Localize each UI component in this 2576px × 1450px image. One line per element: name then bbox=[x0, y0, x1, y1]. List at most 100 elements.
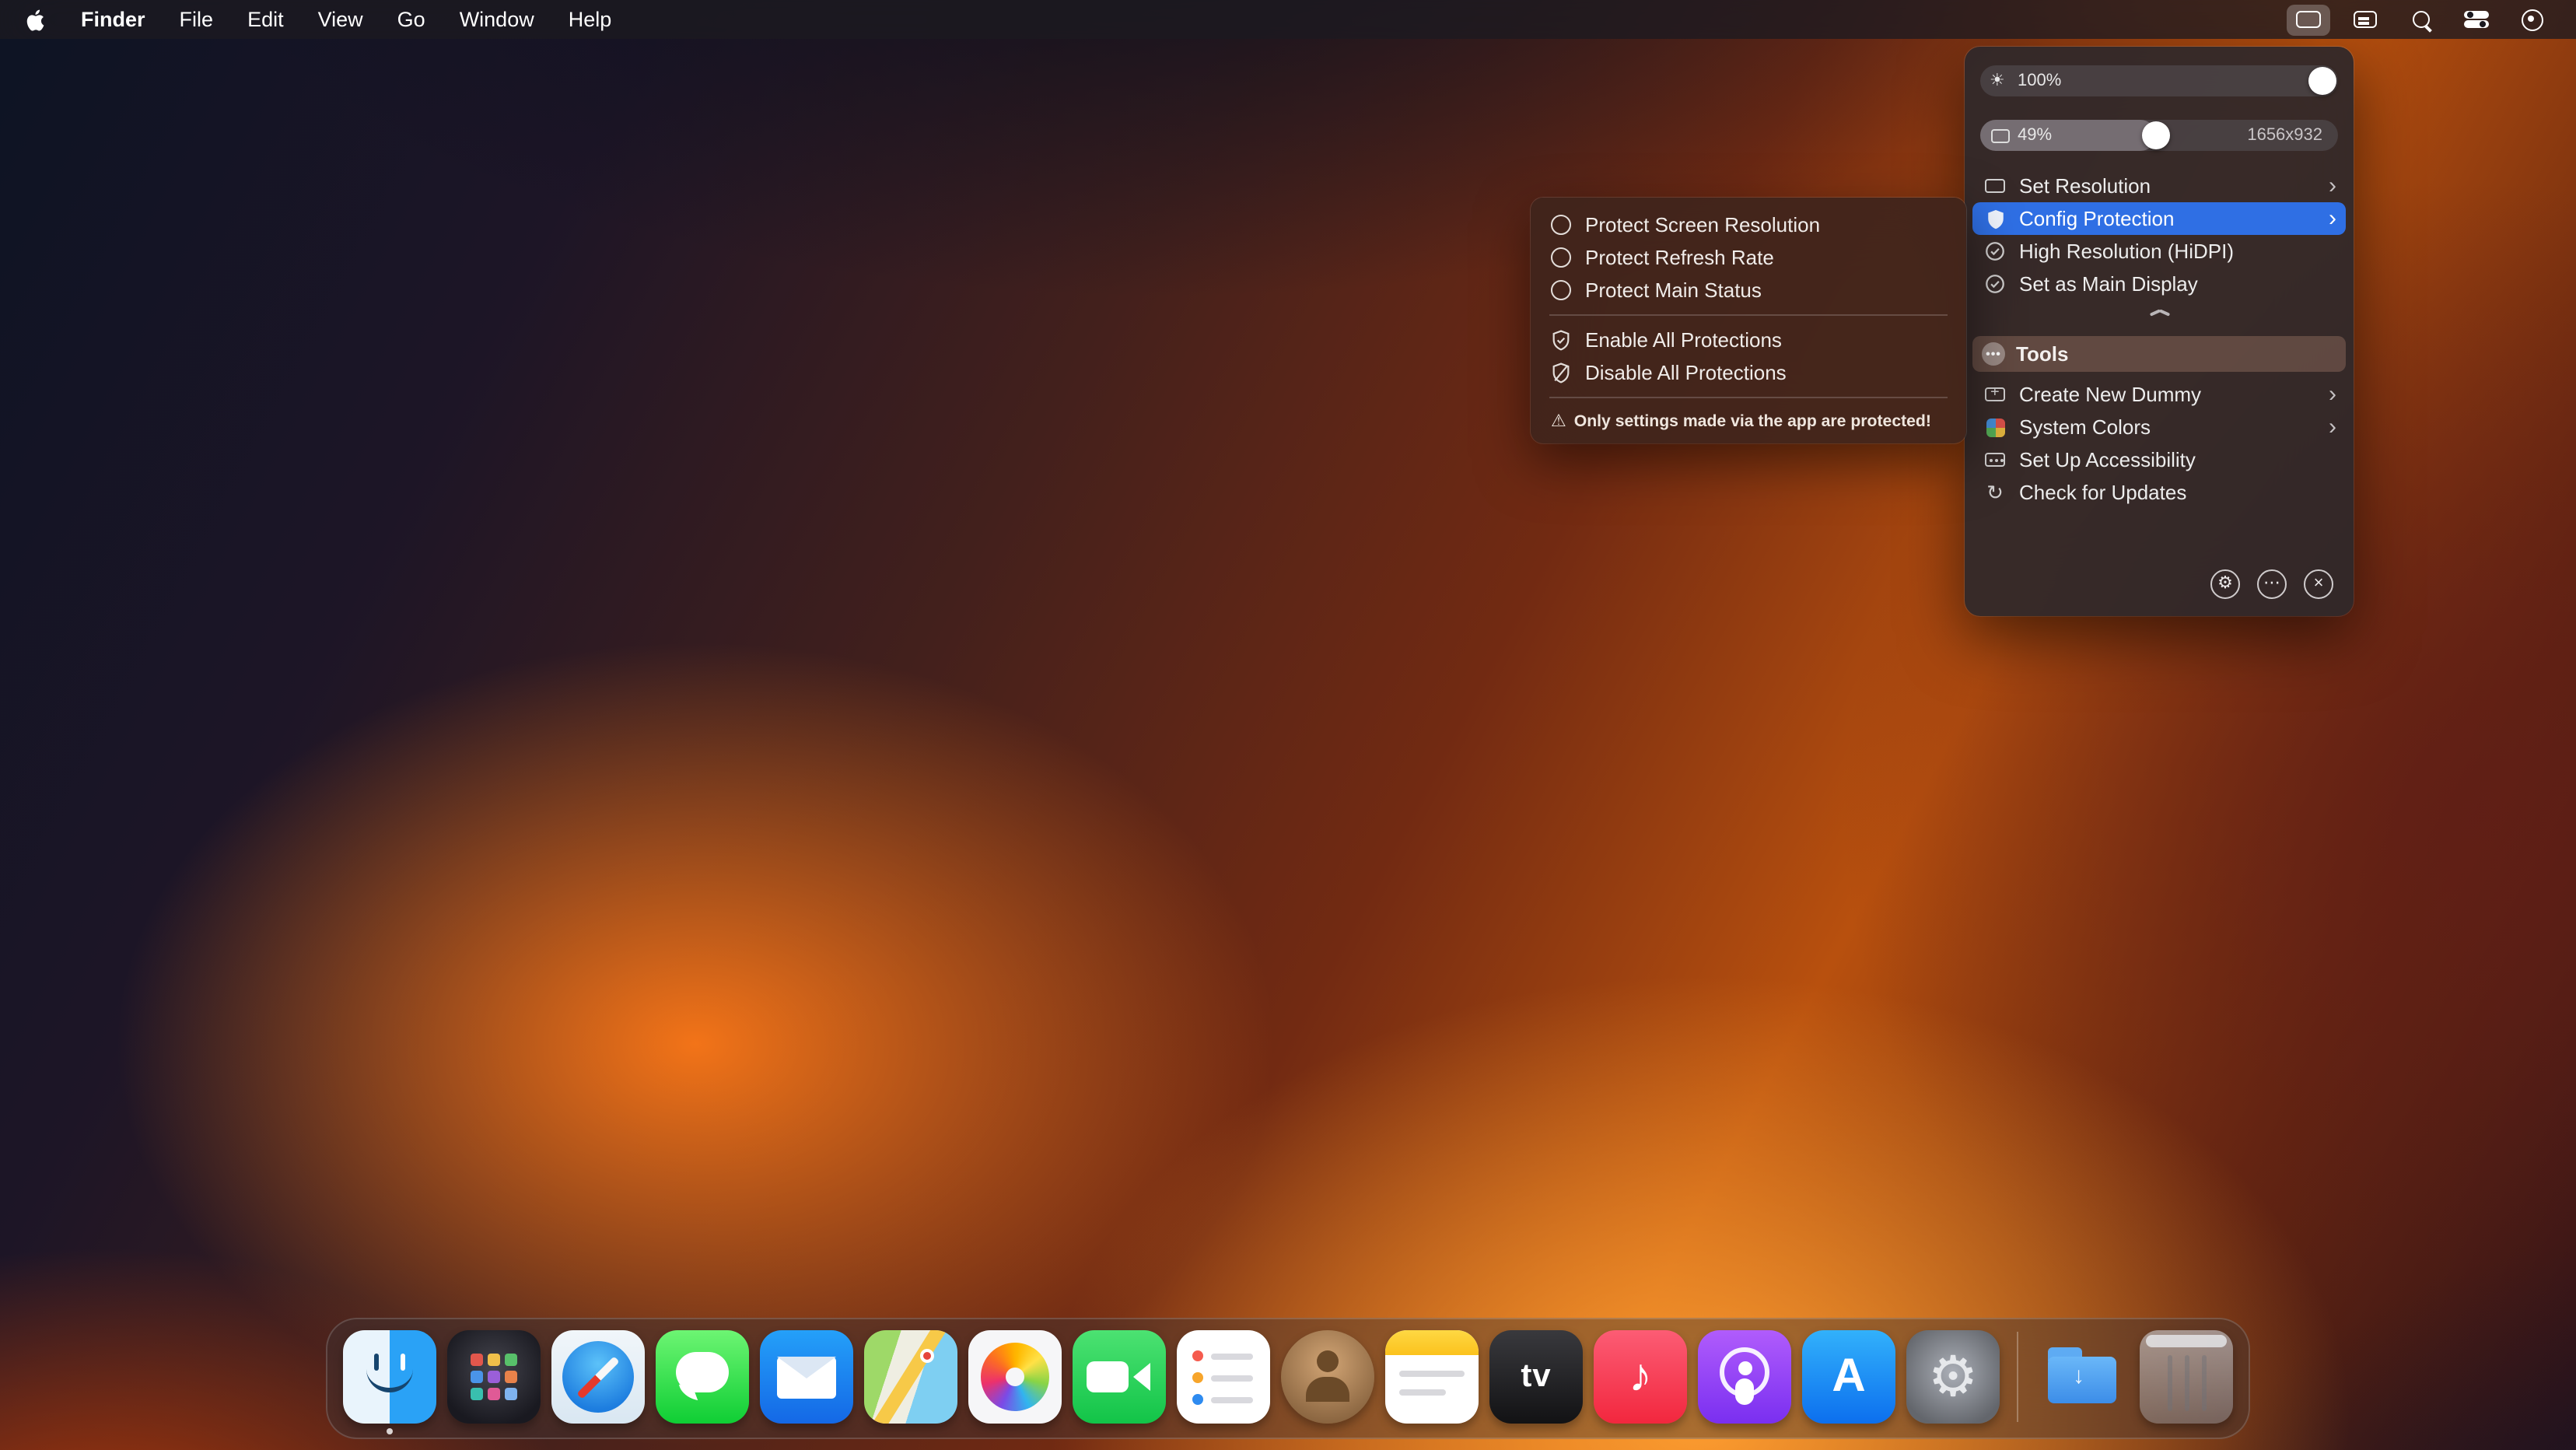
panel-footer: ⚙ ⋯ × bbox=[1965, 569, 2354, 616]
submenu-item-label: Protect Main Status bbox=[1585, 278, 1762, 302]
apple-menu[interactable] bbox=[0, 0, 64, 39]
status-circle-icon bbox=[2522, 9, 2543, 30]
system-settings-icon: ⚙ bbox=[1906, 1330, 2000, 1424]
chevron-right-icon: › bbox=[2329, 415, 2336, 439]
dock-downloads[interactable]: ↓ bbox=[2035, 1330, 2129, 1424]
control-center-icon bbox=[2464, 11, 2489, 27]
resolution-slider[interactable]: 49% 1656x932 bbox=[1980, 120, 2338, 151]
dock-facetime[interactable] bbox=[1073, 1330, 1166, 1424]
menu-edit[interactable]: Edit bbox=[230, 8, 301, 31]
status-circle-menu-icon[interactable] bbox=[2511, 4, 2554, 35]
menu-bar-status-area bbox=[2287, 0, 2576, 39]
menu-item-set-as-main-display[interactable]: Set as Main Display bbox=[1972, 268, 2346, 300]
dock-messages[interactable] bbox=[656, 1330, 749, 1424]
facetime-icon bbox=[1073, 1330, 1166, 1424]
dock-contacts[interactable] bbox=[1281, 1330, 1374, 1424]
resolution-slider-knob[interactable] bbox=[2141, 121, 2169, 149]
dock-app-store[interactable]: A bbox=[1802, 1330, 1895, 1424]
display-plus-icon bbox=[1982, 387, 2008, 401]
dock-tv[interactable]: tv bbox=[1489, 1330, 1583, 1424]
dock-finder[interactable] bbox=[343, 1330, 436, 1424]
more-button[interactable]: ⋯ bbox=[2257, 569, 2287, 599]
submenu-warning: ⚠ Only settings made via the app are pro… bbox=[1531, 406, 1966, 433]
menu-app-name[interactable]: Finder bbox=[64, 8, 163, 31]
menu-item-create-new-dummy[interactable]: Create New Dummy › bbox=[1972, 378, 2346, 411]
submenu-item-label: Enable All Protections bbox=[1585, 328, 1782, 352]
system-colors-icon bbox=[1982, 418, 2008, 436]
menu-item-check-for-updates[interactable]: ↻ Check for Updates bbox=[1972, 476, 2346, 509]
collapse-chevron-up-icon[interactable] bbox=[1965, 303, 2354, 322]
dock-trash[interactable] bbox=[2140, 1330, 2233, 1424]
brightness-slider-knob[interactable] bbox=[2308, 67, 2336, 95]
config-protection-submenu: Protect Screen Resolution Protect Refres… bbox=[1531, 198, 1966, 443]
menu-item-label: Create New Dummy bbox=[2019, 383, 2201, 406]
dock-reminders[interactable] bbox=[1177, 1330, 1270, 1424]
menu-file[interactable]: File bbox=[163, 8, 231, 31]
scale-value: 49% bbox=[2018, 125, 2052, 144]
brightness-value: 100% bbox=[2018, 71, 2061, 89]
refresh-icon: ↻ bbox=[1982, 482, 2008, 503]
dock-photos[interactable] bbox=[968, 1330, 1062, 1424]
display-icon bbox=[2296, 11, 2321, 28]
display-settings-menu-icon[interactable] bbox=[2343, 4, 2386, 35]
menu-bar-left: Finder File Edit View Go Window Help bbox=[0, 0, 628, 39]
circle-icon bbox=[1551, 280, 1571, 300]
close-icon: × bbox=[2314, 576, 2324, 593]
resolution-value: 1656x932 bbox=[2247, 125, 2322, 144]
menu-item-system-colors[interactable]: System Colors › bbox=[1972, 411, 2346, 443]
menu-item-high-resolution[interactable]: High Resolution (HiDPI) bbox=[1972, 235, 2346, 268]
menu-item-label: Check for Updates bbox=[2019, 481, 2186, 504]
dock-notes[interactable] bbox=[1385, 1330, 1479, 1424]
betterdisplay-menu-icon[interactable] bbox=[2287, 4, 2330, 35]
podcasts-icon bbox=[1698, 1330, 1791, 1424]
dock-launchpad[interactable] bbox=[447, 1330, 541, 1424]
menu-view[interactable]: View bbox=[301, 8, 380, 31]
desktop: Finder File Edit View Go Window Help ☀ 1… bbox=[0, 0, 2576, 1450]
dock-safari[interactable] bbox=[551, 1330, 645, 1424]
music-icon: ♪ bbox=[1594, 1330, 1687, 1424]
search-icon bbox=[2412, 11, 2429, 28]
spotlight-menu-icon[interactable] bbox=[2399, 4, 2442, 35]
menu-item-label: Set Resolution bbox=[2019, 174, 2151, 198]
dock-podcasts[interactable] bbox=[1698, 1330, 1791, 1424]
submenu-item-protect-refresh-rate[interactable]: Protect Refresh Rate bbox=[1531, 241, 1966, 274]
separator bbox=[1549, 314, 1948, 316]
menu-go[interactable]: Go bbox=[380, 8, 443, 31]
chevron-right-icon: › bbox=[2329, 383, 2336, 406]
brightness-slider[interactable]: ☀ 100% bbox=[1980, 65, 2338, 96]
submenu-item-enable-all-protections[interactable]: Enable All Protections bbox=[1531, 324, 1966, 356]
separator bbox=[1549, 397, 1948, 398]
gear-icon: ⚙ bbox=[1928, 1349, 1979, 1405]
quit-button[interactable]: × bbox=[2304, 569, 2333, 599]
dock-music[interactable]: ♪ bbox=[1594, 1330, 1687, 1424]
dock-maps[interactable] bbox=[864, 1330, 957, 1424]
dock-mail[interactable] bbox=[760, 1330, 853, 1424]
menu-item-label: Config Protection bbox=[2019, 207, 2174, 230]
circle-icon bbox=[1551, 247, 1571, 268]
menu-item-label: Set as Main Display bbox=[2019, 272, 2198, 296]
finder-icon bbox=[343, 1330, 436, 1424]
settings-button[interactable]: ⚙ bbox=[2210, 569, 2240, 599]
betterdisplay-panel: ☀ 100% 49% 1656x932 Set Resolution › Con… bbox=[1965, 47, 2354, 616]
tools-dots-icon: ••• bbox=[1982, 342, 2005, 366]
shield-check-icon bbox=[1551, 329, 1571, 351]
menu-window[interactable]: Window bbox=[443, 8, 551, 31]
trash-icon bbox=[2140, 1330, 2233, 1424]
menu-bar: Finder File Edit View Go Window Help bbox=[0, 0, 2576, 39]
downloads-folder-icon: ↓ bbox=[2035, 1330, 2129, 1424]
tv-label: tv bbox=[1521, 1358, 1551, 1396]
submenu-item-label: Disable All Protections bbox=[1585, 361, 1787, 384]
maps-icon bbox=[864, 1330, 957, 1424]
submenu-item-protect-main-status[interactable]: Protect Main Status bbox=[1531, 274, 1966, 306]
submenu-item-disable-all-protections[interactable]: Disable All Protections bbox=[1531, 356, 1966, 389]
control-center-menu-icon[interactable] bbox=[2455, 4, 2498, 35]
menu-item-set-resolution[interactable]: Set Resolution › bbox=[1972, 170, 2346, 202]
warning-icon: ⚠ bbox=[1551, 411, 1566, 431]
tools-section-header[interactable]: ••• Tools bbox=[1972, 336, 2346, 372]
menu-help[interactable]: Help bbox=[551, 8, 629, 31]
submenu-item-protect-screen-resolution[interactable]: Protect Screen Resolution bbox=[1531, 208, 1966, 241]
menu-item-config-protection[interactable]: Config Protection › bbox=[1972, 202, 2346, 235]
menu-item-set-up-accessibility[interactable]: Set Up Accessibility bbox=[1972, 443, 2346, 476]
music-note-icon: ♪ bbox=[1629, 1350, 1652, 1403]
dock-system-settings[interactable]: ⚙ bbox=[1906, 1330, 2000, 1424]
